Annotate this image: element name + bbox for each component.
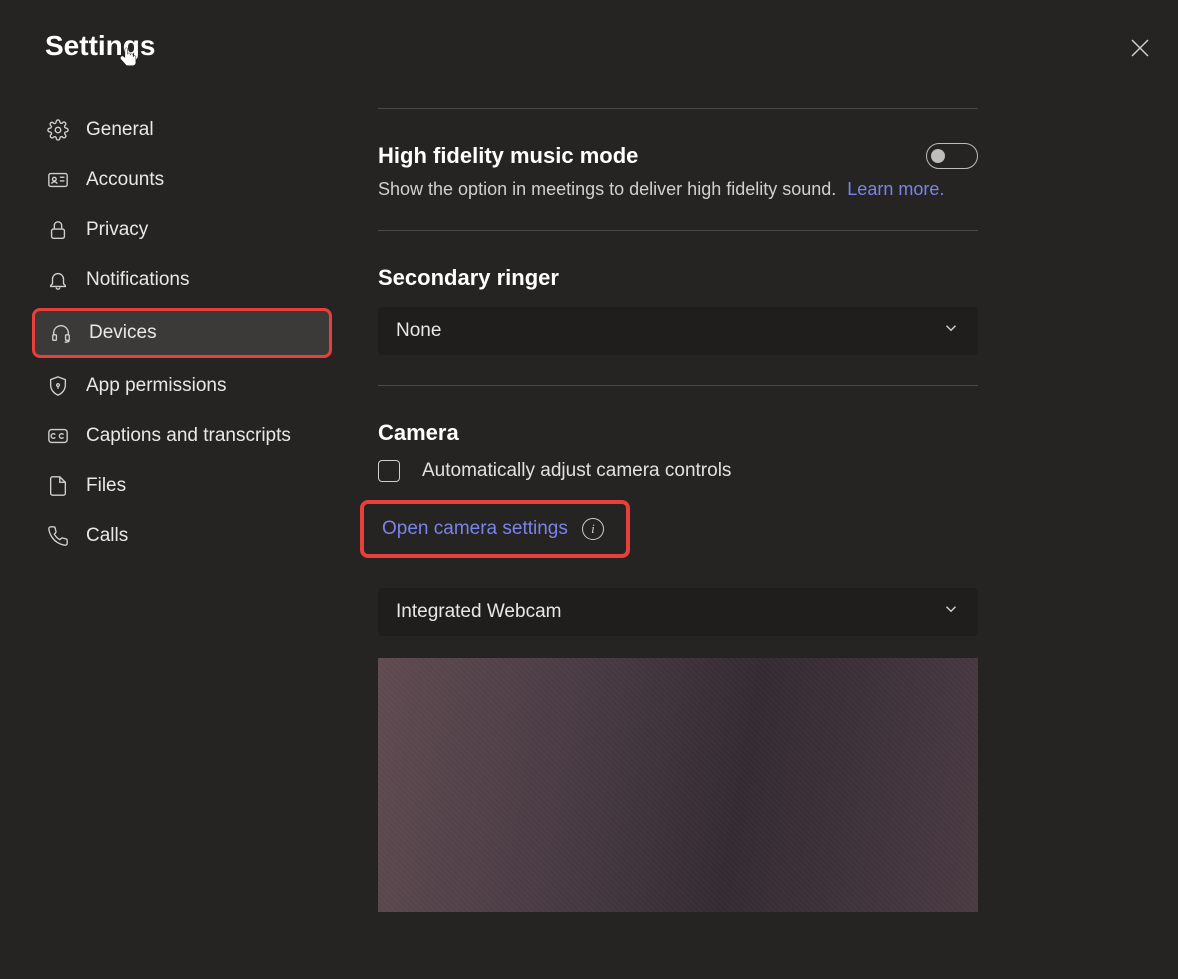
hifi-section: High fidelity music mode Show the option…	[378, 143, 978, 230]
settings-main: High fidelity music mode Show the option…	[378, 108, 978, 942]
open-camera-settings-row: Open camera settings i	[360, 500, 630, 558]
camera-device-select[interactable]: Integrated Webcam	[378, 588, 978, 636]
shield-key-icon	[46, 374, 70, 398]
id-card-icon	[46, 168, 70, 192]
sidebar-item-label: Devices	[89, 322, 157, 344]
ringer-title: Secondary ringer	[378, 265, 559, 291]
sidebar-item-captions[interactable]: Captions and transcripts	[32, 414, 332, 458]
divider	[378, 385, 978, 386]
divider	[378, 108, 978, 109]
info-icon[interactable]: i	[582, 518, 604, 540]
divider	[378, 230, 978, 231]
ringer-section: Secondary ringer None	[378, 265, 978, 385]
sidebar-item-notifications[interactable]: Notifications	[32, 258, 332, 302]
hifi-toggle[interactable]	[926, 143, 978, 169]
page-title: Settings	[45, 30, 155, 62]
camera-title: Camera	[378, 420, 459, 446]
sidebar-item-app-permissions[interactable]: App permissions	[32, 364, 332, 408]
hifi-description: Show the option in meetings to deliver h…	[378, 179, 978, 200]
auto-adjust-row: Automatically adjust camera controls	[378, 460, 978, 482]
auto-adjust-checkbox[interactable]	[378, 460, 400, 482]
sidebar-item-label: Accounts	[86, 169, 164, 191]
chevron-down-icon	[942, 600, 960, 624]
sidebar-item-label: Calls	[86, 525, 128, 547]
gear-icon	[46, 118, 70, 142]
sidebar-item-files[interactable]: Files	[32, 464, 332, 508]
sidebar-item-label: Files	[86, 475, 126, 497]
sidebar-item-label: App permissions	[86, 375, 226, 397]
sidebar-item-accounts[interactable]: Accounts	[32, 158, 332, 202]
close-button[interactable]	[1128, 36, 1152, 60]
hifi-title: High fidelity music mode	[378, 143, 638, 169]
bell-icon	[46, 268, 70, 292]
settings-sidebar: General Accounts Privacy Notifications D…	[32, 108, 332, 564]
camera-section: Camera Automatically adjust camera contr…	[378, 420, 978, 942]
auto-adjust-label: Automatically adjust camera controls	[422, 460, 731, 482]
phone-icon	[46, 524, 70, 548]
sidebar-item-label: General	[86, 119, 154, 141]
sidebar-item-label: Privacy	[86, 219, 148, 241]
open-camera-settings-link[interactable]: Open camera settings	[382, 518, 568, 540]
lock-icon	[46, 218, 70, 242]
chevron-down-icon	[942, 319, 960, 343]
camera-preview	[378, 658, 978, 912]
sidebar-item-general[interactable]: General	[32, 108, 332, 152]
sidebar-item-privacy[interactable]: Privacy	[32, 208, 332, 252]
ringer-select[interactable]: None	[378, 307, 978, 355]
sidebar-item-label: Notifications	[86, 269, 190, 291]
sidebar-item-calls[interactable]: Calls	[32, 514, 332, 558]
captions-icon	[46, 424, 70, 448]
hifi-learn-more-link[interactable]: Learn more.	[847, 179, 944, 199]
sidebar-item-devices[interactable]: Devices	[32, 308, 332, 358]
page-header: Settings	[45, 30, 155, 62]
ringer-select-value: None	[396, 320, 441, 342]
camera-device-value: Integrated Webcam	[396, 601, 561, 623]
file-icon	[46, 474, 70, 498]
headset-icon	[49, 321, 73, 345]
sidebar-item-label: Captions and transcripts	[86, 425, 291, 447]
